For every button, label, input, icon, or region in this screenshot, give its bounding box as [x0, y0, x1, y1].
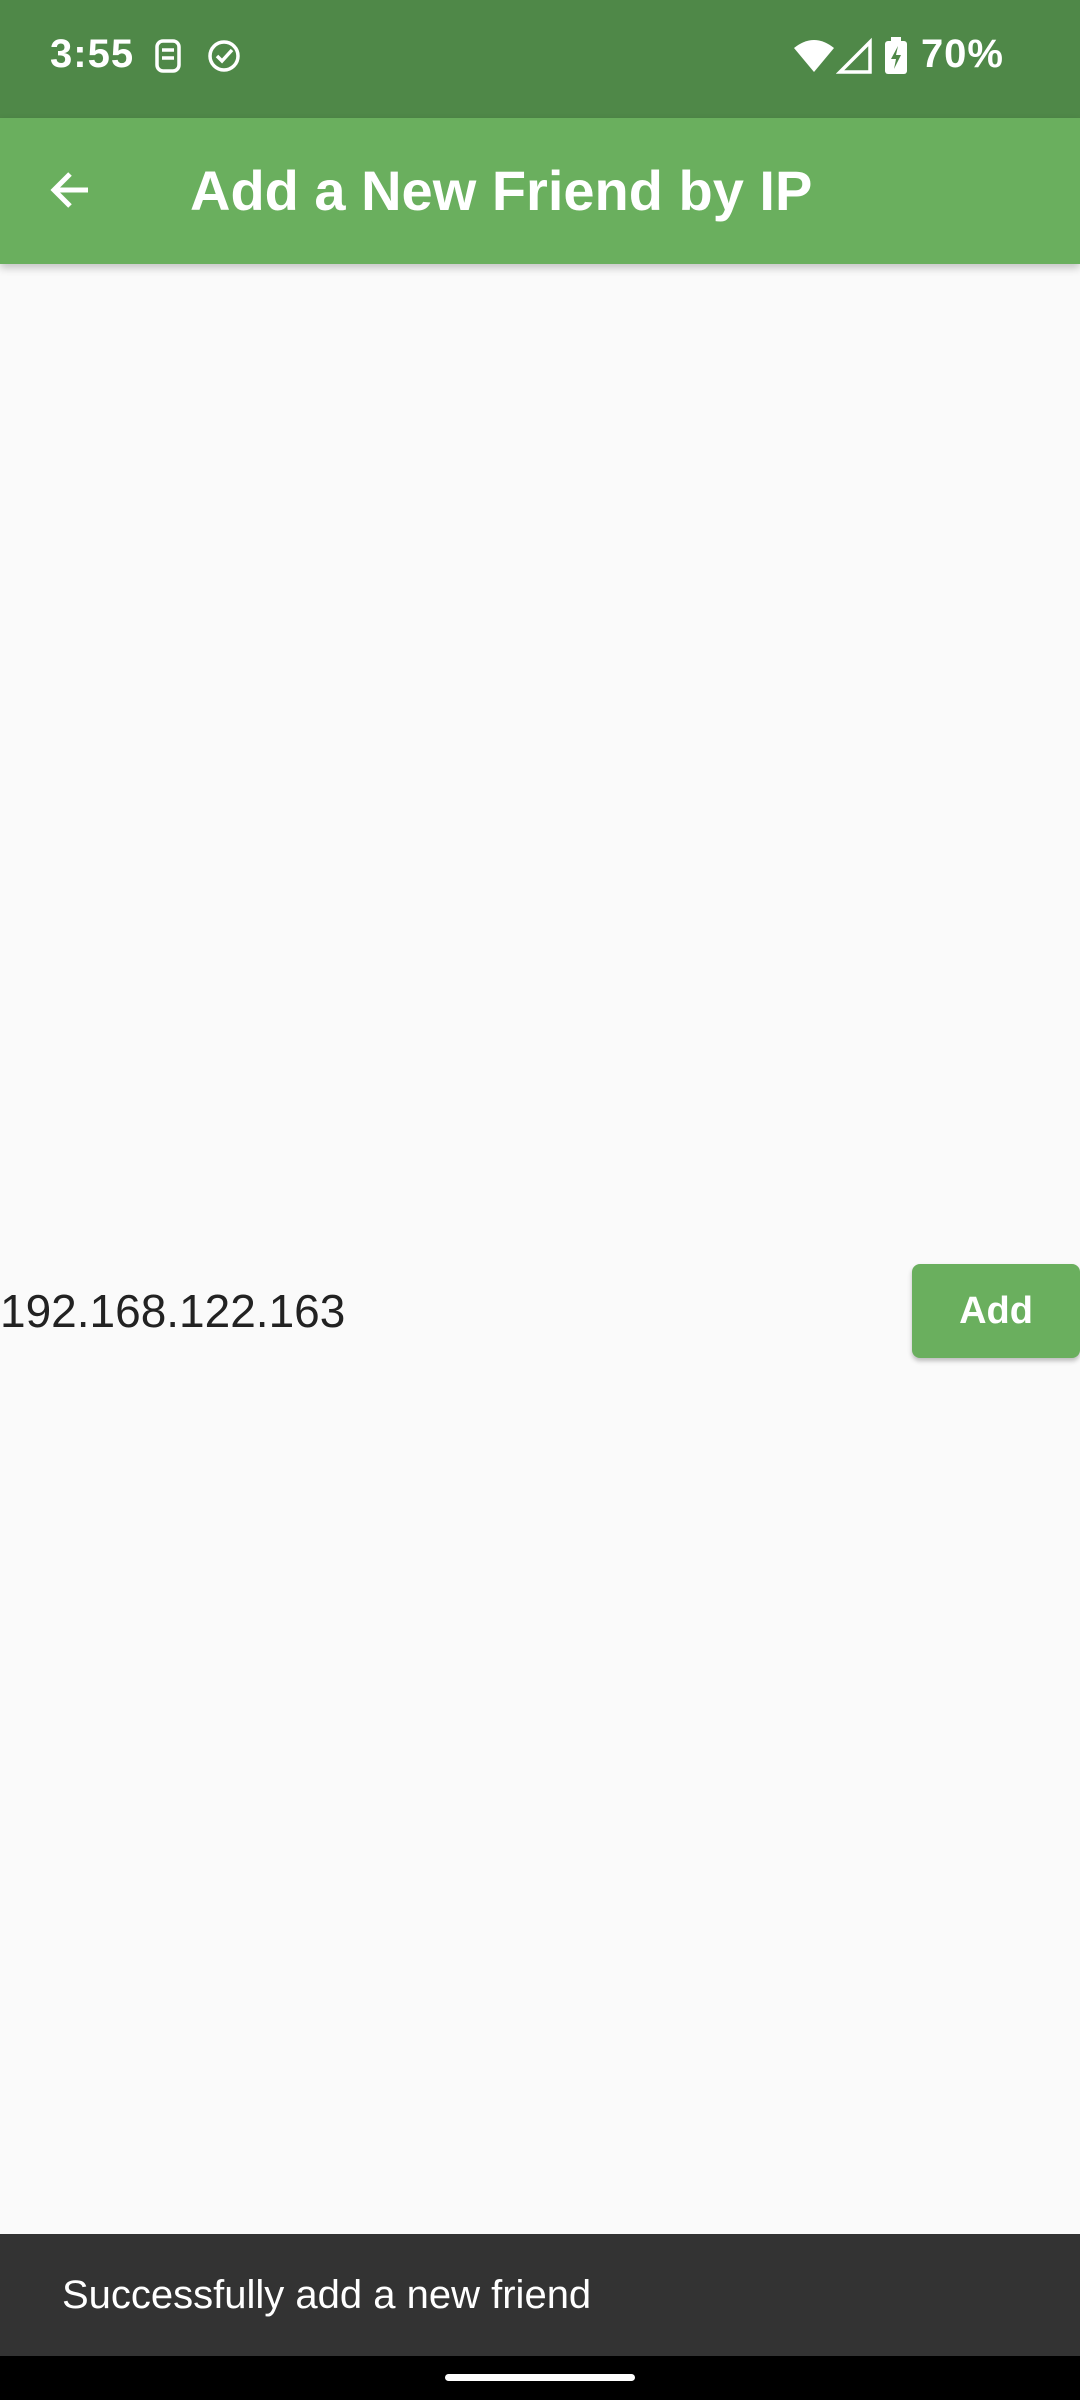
page-title: Add a New Friend by IP [190, 159, 813, 222]
signal-icon [835, 36, 876, 76]
status-time: 3:55 [50, 32, 135, 76]
check-circle-icon [204, 36, 244, 76]
status-bar: 3:55 70% [0, 0, 1080, 118]
battery-percent: 70% [920, 32, 1004, 76]
ip-address-text: 192.168.122.163 [0, 1285, 346, 1337]
arrow-back-icon [46, 166, 94, 219]
snackbar-message: Successfully add a new friend [62, 2273, 592, 2317]
navigation-bar [0, 2356, 1080, 2400]
wifi-icon [792, 36, 836, 76]
snackbar: Successfully add a new friend [0, 2234, 1080, 2356]
home-gesture-handle[interactable] [445, 2374, 635, 2381]
back-button[interactable] [28, 150, 112, 234]
add-button[interactable]: Add [912, 1264, 1080, 1358]
screen: 3:55 70% Add a New Friend by IP 192.168.… [0, 0, 1080, 2400]
app-bar: Add a New Friend by IP [0, 118, 1080, 264]
sim-card-icon [148, 36, 188, 76]
battery-charging-icon [882, 36, 910, 76]
